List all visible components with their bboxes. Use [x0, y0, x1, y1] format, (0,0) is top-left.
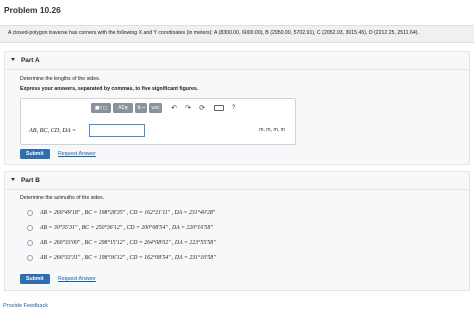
part-a-header[interactable]: Part A	[11, 57, 40, 64]
answer-input[interactable]	[89, 124, 145, 137]
part-b-card: Part B Determine the azimuths of the sid…	[4, 171, 470, 291]
choice-option[interactable]: AB = 266°33′31″ , BC = 198°36′12″ , CD =…	[27, 255, 216, 261]
vec-button[interactable]: vec	[149, 103, 162, 113]
request-answer-link-part-a[interactable]: Request Answer	[58, 151, 96, 157]
help-icon[interactable]: ?	[232, 105, 235, 111]
divider	[5, 189, 469, 190]
units-label: m, m, m, m	[259, 127, 285, 133]
part-a-card: Part A Determine the lengths of the side…	[4, 51, 470, 165]
templates-button[interactable]: ■√□	[91, 103, 111, 113]
choice-label: AB = 266°49′18″ , BC = 198°28′35″ , CD =…	[40, 210, 216, 216]
request-answer-link-part-b[interactable]: Request Answer	[58, 276, 96, 282]
radio-button[interactable]	[27, 210, 33, 216]
choice-option[interactable]: AB = 30°35′31″ , BC = 250°36′12″ , CD = …	[27, 225, 213, 231]
reset-icon[interactable]: ⟳	[196, 103, 208, 113]
equation-label: AB, BC, CD, DA =	[29, 127, 77, 134]
submit-button-part-b[interactable]: Submit	[20, 274, 50, 284]
keyboard-icon[interactable]	[214, 105, 224, 111]
part-b-question: Determine the azimuths of the sides.	[20, 195, 105, 201]
answer-box: ■√□ AΣφ ⇅→ vec ↶ ↷ ⟳ ? AB, BC, CD, DA = …	[20, 98, 296, 145]
part-a-instruction: Express your answers, separated by comma…	[20, 86, 199, 92]
part-b-title: Part B	[21, 177, 40, 184]
greek-button[interactable]: AΣφ	[113, 103, 133, 113]
arrows-button[interactable]: ⇅→	[135, 103, 147, 113]
redo-icon[interactable]: ↷	[182, 103, 194, 113]
undo-icon[interactable]: ↶	[168, 103, 180, 113]
choice-label: AB = 30°35′31″ , BC = 250°36′12″ , CD = …	[40, 225, 213, 231]
part-b-header[interactable]: Part B	[11, 177, 40, 184]
caret-down-icon	[11, 58, 15, 61]
choice-label: AB = 266°33′31″ , BC = 198°36′12″ , CD =…	[40, 255, 216, 261]
provide-feedback-link[interactable]: Provide Feedback	[3, 303, 48, 309]
problem-title: Problem 10.26	[4, 5, 61, 15]
part-a-title: Part A	[21, 57, 40, 64]
caret-down-icon	[11, 178, 15, 181]
math-toolbar: ■√□ AΣφ ⇅→ vec ↶ ↷ ⟳ ?	[91, 103, 235, 113]
choice-label: AB = 266°33′00″ , BC = 298°15′12″ , CD =…	[40, 240, 216, 246]
choice-option[interactable]: AB = 266°33′00″ , BC = 298°15′12″ , CD =…	[27, 240, 216, 246]
problem-statement: A closed-polygon traverse has corners wi…	[0, 25, 474, 43]
divider	[5, 69, 469, 70]
part-a-question: Determine the lengths of the sides.	[20, 76, 101, 82]
radio-button[interactable]	[27, 225, 33, 231]
submit-button-part-a[interactable]: Submit	[20, 149, 50, 159]
radio-button[interactable]	[27, 240, 33, 246]
radio-button[interactable]	[27, 255, 33, 261]
choice-option[interactable]: AB = 266°49′18″ , BC = 198°28′35″ , CD =…	[27, 210, 215, 216]
